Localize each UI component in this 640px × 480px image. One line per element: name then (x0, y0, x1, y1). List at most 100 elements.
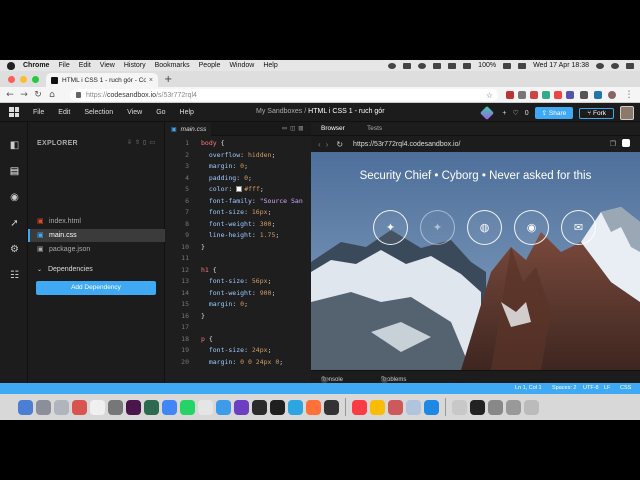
close-window-button[interactable] (8, 76, 15, 83)
battery-percent[interactable]: 100% (478, 62, 496, 69)
file-package-json[interactable]: ▣ package.json (28, 243, 165, 256)
github-icon[interactable]: ◉ (9, 192, 20, 203)
code-line[interactable]: font-size: 24px; (201, 345, 303, 357)
slack-icon[interactable] (126, 399, 141, 415)
code-line[interactable]: body { (201, 138, 303, 150)
maximize-window-button[interactable] (32, 76, 39, 83)
preview-back-icon[interactable]: ‹ (318, 140, 321, 149)
cs-menu-edit[interactable]: Edit (58, 109, 70, 116)
terminal-icon[interactable] (270, 399, 285, 415)
dribbble-icon[interactable]: ◍ (467, 210, 502, 245)
minimize-window-button[interactable] (20, 76, 27, 83)
code-line[interactable]: margin: 0; (201, 299, 303, 311)
downloads-stack-icon[interactable] (452, 399, 467, 415)
reload-icon[interactable]: ↻ (31, 90, 45, 100)
home-icon[interactable]: ⌂ (45, 90, 59, 100)
code-line[interactable]: overflow: hidden; (201, 150, 303, 162)
finder-icon[interactable] (18, 399, 33, 415)
sandbox-name[interactable]: HTML i CSS 1 - ruch gór (308, 108, 384, 115)
extension-icon[interactable] (530, 91, 538, 99)
patron-gem-icon[interactable] (480, 105, 495, 121)
new-folder-icon[interactable]: ▭ (149, 140, 158, 146)
share-button[interactable]: ⇪ Share (534, 107, 574, 119)
code-line[interactable]: font-weight: 300; (201, 219, 303, 231)
open-new-window-icon[interactable]: ❐ (610, 140, 616, 148)
dropbox-icon[interactable] (403, 62, 412, 69)
app-icon[interactable] (406, 399, 421, 415)
extension-icon[interactable] (518, 91, 526, 99)
firefox-icon[interactable] (306, 399, 321, 415)
cs-menu-view[interactable]: View (127, 109, 142, 116)
upload-icon[interactable]: ⇧ (135, 140, 143, 146)
cs-menu-file[interactable]: File (33, 109, 44, 116)
apple-icon[interactable] (7, 61, 15, 70)
search-icon[interactable] (596, 62, 604, 69)
preview-app-icon[interactable] (54, 399, 69, 415)
line-endings[interactable]: LF (604, 385, 610, 391)
menu-help[interactable]: Help (263, 62, 277, 69)
split-view-icon[interactable]: ▭ (282, 124, 290, 132)
code-line[interactable] (201, 322, 303, 334)
siri-icon[interactable] (611, 62, 619, 69)
more-menu-icon[interactable]: ⋮ (622, 90, 636, 100)
explorer-files-icon[interactable]: ▤ (9, 166, 20, 177)
trash-icon[interactable] (524, 399, 539, 415)
pdf-app-icon[interactable] (72, 399, 87, 415)
code-line[interactable]: h1 { (201, 265, 303, 277)
chrome-icon[interactable] (162, 399, 177, 415)
telegram-icon[interactable] (288, 399, 303, 415)
extension-icon[interactable] (594, 91, 602, 99)
photos-icon[interactable] (198, 399, 213, 415)
extension-icon[interactable] (580, 91, 588, 99)
deploy-rocket-icon[interactable]: ➚ (9, 218, 20, 229)
code-line[interactable]: font-size: 56px; (201, 276, 303, 288)
code-content[interactable]: body { overflow: hidden; margin: 0; padd… (201, 138, 303, 368)
extension-icon[interactable] (566, 91, 574, 99)
split-horizontal-icon[interactable]: ◫ (291, 124, 299, 132)
menu-window[interactable]: Window (229, 62, 254, 69)
live-collaboration-icon[interactable]: ☷ (9, 270, 20, 281)
browser-tab[interactable]: HTML i CSS 1 - ruch gór - Cod × (46, 73, 158, 87)
encoding[interactable]: UTF-8 (583, 385, 599, 391)
code-line[interactable]: } (201, 311, 303, 323)
calendar-icon[interactable] (90, 399, 105, 415)
add-dependency-button[interactable]: Add Dependency (36, 281, 156, 295)
back-arrow-icon[interactable]: ← (3, 90, 17, 100)
editor-tab-main-css[interactable]: ▣ main.css (165, 122, 211, 136)
preview-url[interactable]: https://53r772rql4.codesandbox.io/ (353, 141, 460, 148)
dependencies-toggle[interactable]: ⌄ Dependencies (37, 266, 93, 273)
code-line[interactable]: margin: 0; (201, 161, 303, 173)
preview-forward-icon[interactable]: › (326, 140, 329, 149)
code-line[interactable]: font-family: "Source San (201, 196, 303, 208)
tab-browser[interactable]: Browser (321, 125, 345, 132)
iterm-icon[interactable] (324, 399, 339, 415)
code-line[interactable]: line-height: 1.75; (201, 230, 303, 242)
menu-history[interactable]: History (124, 62, 146, 69)
menu-app-name[interactable]: Chrome (23, 62, 49, 69)
sandbox-info-icon[interactable]: ◧ (9, 140, 20, 151)
code-line[interactable]: p { (201, 334, 303, 346)
add-icon[interactable]: + (502, 110, 506, 117)
code-line[interactable]: font-weight: 900; (201, 288, 303, 300)
launchpad-icon[interactable] (36, 399, 51, 415)
tab-tests[interactable]: Tests (367, 125, 382, 132)
whatsapp-icon[interactable] (180, 399, 195, 415)
preview-toggle-icon[interactable] (622, 139, 630, 147)
twitter-icon[interactable]: ✦ (373, 210, 408, 245)
settings-gear-icon[interactable]: ⚙ (9, 244, 20, 255)
close-tab-icon[interactable]: × (149, 77, 153, 84)
folder-stack-icon[interactable] (506, 399, 521, 415)
status-icon[interactable] (388, 62, 397, 69)
breadcrumb-my-sandboxes[interactable]: My Sandboxes / (256, 108, 306, 115)
extension-icon[interactable] (506, 91, 514, 99)
menu-people[interactable]: People (199, 62, 221, 69)
clock-icon[interactable] (418, 62, 427, 69)
code-line[interactable]: color: #fff; (201, 184, 303, 196)
forward-arrow-icon[interactable]: → (17, 90, 31, 100)
battery-icon[interactable] (503, 62, 512, 69)
file-index-html[interactable]: ▣ index.html (28, 215, 165, 228)
download-icon[interactable]: ⇩ (127, 140, 135, 146)
indentation[interactable]: Spaces: 2 (552, 385, 576, 391)
menu-file[interactable]: File (58, 62, 69, 69)
bluetooth-icon[interactable] (448, 62, 457, 69)
